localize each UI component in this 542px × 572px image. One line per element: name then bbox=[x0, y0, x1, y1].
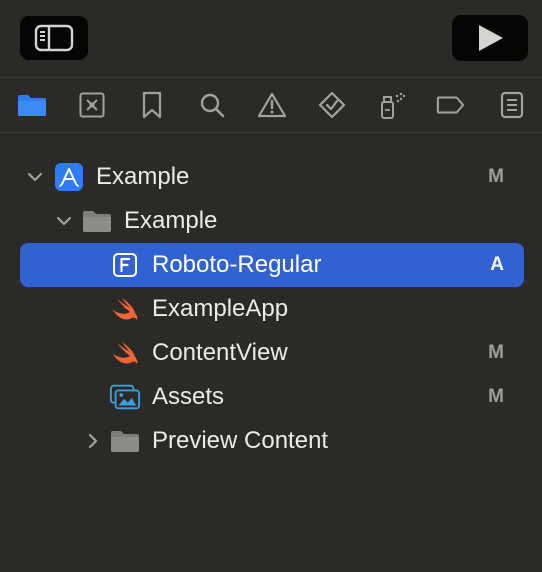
tree-item-label: Assets bbox=[152, 383, 225, 410]
tab-source-control-navigator[interactable] bbox=[77, 90, 107, 120]
status-badge: M bbox=[488, 166, 504, 187]
play-icon bbox=[479, 25, 503, 51]
tree-item-exampleapp[interactable]: ExampleApp bbox=[20, 287, 524, 331]
tab-debug-navigator[interactable] bbox=[377, 90, 407, 120]
tree-item-label: Preview Content bbox=[152, 427, 329, 454]
app-project-icon bbox=[53, 163, 85, 191]
test-diamond-icon bbox=[318, 91, 346, 119]
sidebar-toggle-icon bbox=[34, 24, 74, 52]
navigator-tab-bar bbox=[0, 78, 542, 132]
tab-issue-navigator[interactable] bbox=[257, 90, 287, 120]
tree-item-label: Roboto-Regular bbox=[152, 251, 322, 278]
tree-item-preview-content[interactable]: Preview Content bbox=[20, 419, 524, 463]
tab-test-navigator[interactable] bbox=[317, 90, 347, 120]
tree-item-assets[interactable]: Assets M bbox=[20, 375, 524, 419]
source-control-icon bbox=[79, 92, 105, 118]
swift-icon bbox=[109, 339, 141, 367]
debug-spray-icon bbox=[381, 92, 406, 119]
tree-item-project-example[interactable]: Example M bbox=[20, 155, 524, 199]
status-badge: M bbox=[488, 342, 504, 363]
report-list-icon bbox=[500, 91, 524, 119]
tree-item-label: ContentView bbox=[152, 339, 288, 366]
toolbar bbox=[0, 0, 542, 78]
tree-item-folder-example[interactable]: Example bbox=[20, 199, 524, 243]
tag-icon bbox=[436, 96, 465, 114]
tree-item-label: ExampleApp bbox=[152, 295, 289, 322]
tab-find-navigator[interactable] bbox=[197, 90, 227, 120]
swift-icon bbox=[109, 295, 141, 323]
search-icon bbox=[200, 93, 225, 118]
run-button[interactable] bbox=[452, 15, 528, 61]
xcode-navigator-window: Example M Example Roboto-Regular A Examp… bbox=[0, 0, 542, 572]
tab-bookmark-navigator[interactable] bbox=[137, 90, 167, 120]
tree-item-contentview[interactable]: ContentView M bbox=[20, 331, 524, 375]
font-file-icon bbox=[109, 251, 141, 279]
chevron-right-icon[interactable] bbox=[85, 433, 101, 449]
tree-item-label: Example bbox=[124, 207, 218, 234]
status-badge: M bbox=[488, 386, 504, 407]
warning-icon bbox=[258, 92, 286, 118]
tree-item-roboto-regular[interactable]: Roboto-Regular A bbox=[20, 243, 524, 287]
tree-item-label: Example bbox=[96, 163, 190, 190]
tab-report-navigator[interactable] bbox=[497, 90, 527, 120]
chevron-down-icon[interactable] bbox=[27, 169, 43, 185]
status-badge: A bbox=[490, 254, 504, 275]
tabbar-divider bbox=[0, 132, 542, 133]
chevron-down-icon[interactable] bbox=[56, 213, 72, 229]
sidebar-toggle-button[interactable] bbox=[20, 16, 88, 60]
tab-breakpoint-navigator[interactable] bbox=[436, 90, 466, 120]
assets-icon bbox=[109, 383, 141, 411]
folder-icon bbox=[109, 427, 141, 455]
folder-icon bbox=[81, 207, 113, 235]
tab-project-navigator[interactable] bbox=[17, 90, 47, 120]
bookmark-icon bbox=[142, 91, 162, 119]
folder-icon bbox=[18, 95, 46, 116]
